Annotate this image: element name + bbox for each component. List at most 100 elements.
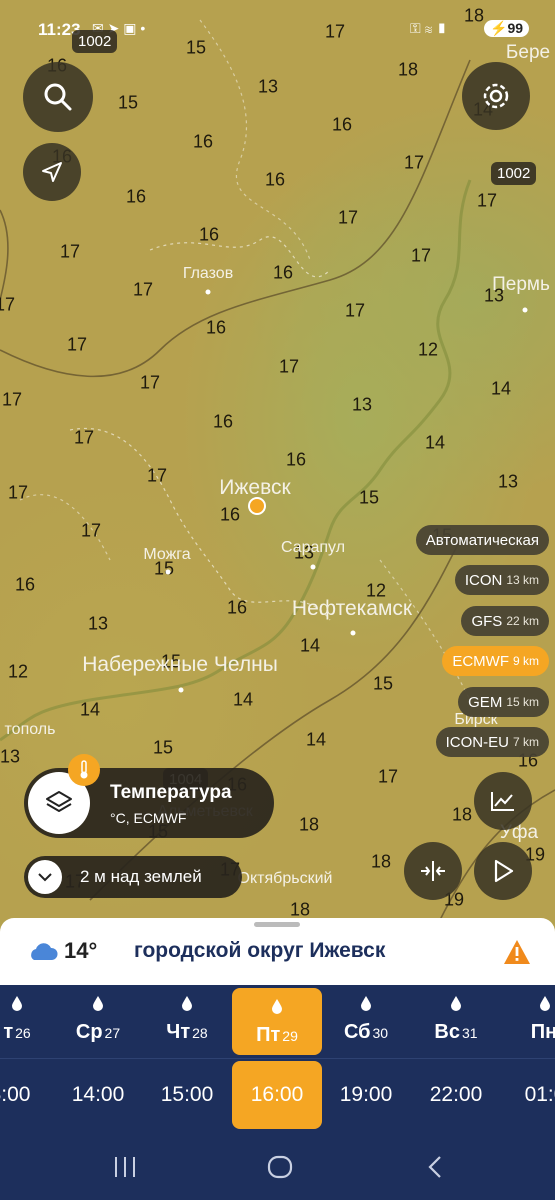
- day-tab[interactable]: Сб 30: [321, 985, 411, 1058]
- location-name: городской округ Ижевск: [134, 939, 386, 962]
- warning-icon[interactable]: [502, 938, 532, 966]
- line-chart-icon: [491, 792, 514, 811]
- model-resolution: 9 km: [512, 654, 539, 668]
- back-icon[interactable]: [426, 1154, 444, 1180]
- model-resolution: 15 km: [506, 695, 539, 709]
- temperature-label: 14: [305, 729, 327, 750]
- model-option-icon-eu[interactable]: ICON-EU 7 km: [435, 727, 549, 757]
- raindrop-icon: [93, 996, 103, 1011]
- sheet-handle[interactable]: [254, 922, 300, 927]
- hour-tab[interactable]: 19:00: [321, 1059, 411, 1131]
- height-selector[interactable]: 2 м над землей: [24, 856, 242, 898]
- raindrop-icon: [451, 996, 461, 1011]
- temperature-label: 13: [0, 746, 21, 767]
- model-option-auto[interactable]: Автоматическая: [415, 525, 549, 555]
- city-marker: [310, 564, 316, 570]
- day-label: Пн: [500, 1021, 555, 1044]
- temperature-label: 17: [344, 300, 366, 321]
- signal-icons: ⚿ ≋ ▮: [410, 20, 447, 36]
- city-label[interactable]: Октябрьский: [238, 870, 333, 888]
- temperature-label: 16: [198, 224, 220, 245]
- day-tab[interactable]: Пн: [500, 985, 555, 1058]
- recent-apps-icon[interactable]: [110, 1155, 140, 1179]
- settings-button[interactable]: [462, 62, 530, 130]
- model-option-gfs[interactable]: GFS 22 km: [461, 606, 549, 636]
- temperature-label: 13: [497, 471, 519, 492]
- day-name: т: [3, 1021, 14, 1043]
- location-bar[interactable]: 14° городской округ Ижевск: [0, 918, 555, 985]
- model-resolution: 13 km: [506, 573, 539, 587]
- my-location-button[interactable]: [23, 143, 81, 201]
- day-tab[interactable]: Ср 27: [53, 985, 143, 1058]
- model-option-icon[interactable]: ICON 13 km: [454, 565, 549, 595]
- day-tab[interactable]: Пт 29: [232, 988, 322, 1055]
- day-name: Ср: [75, 1021, 103, 1043]
- hour-tab[interactable]: 15:00: [142, 1059, 232, 1131]
- hour-tab[interactable]: 01:0: [500, 1059, 555, 1131]
- city-marker: [178, 687, 184, 693]
- cloud-icon: [31, 943, 58, 960]
- chart-button[interactable]: [474, 772, 532, 830]
- hour-tab[interactable]: 22:00: [411, 1059, 501, 1131]
- hour-tab[interactable]: 3:00: [0, 1059, 55, 1131]
- hour-selector[interactable]: 3:0014:0015:0016:0019:0022:0001:0: [0, 1058, 555, 1130]
- day-tab[interactable]: Чт 28: [142, 985, 232, 1058]
- temperature-label: 17: [80, 520, 102, 541]
- current-temperature: 14°: [64, 938, 98, 963]
- temperature-label: 16: [331, 114, 353, 135]
- model-name: Автоматическая: [425, 531, 539, 549]
- day-selector[interactable]: т 26 Ср 27 Чт 28 Пт 29 Сб 30 Вс 31 Пн: [0, 985, 555, 1058]
- temperature-label: 17: [377, 766, 399, 787]
- home-icon[interactable]: [267, 1154, 293, 1180]
- model-option-gem[interactable]: GEM 15 km: [458, 687, 549, 717]
- model-resolution: 22 km: [506, 614, 539, 628]
- city-label[interactable]: Сарапул: [281, 539, 345, 557]
- navigation-arrow-icon: [42, 162, 62, 182]
- layer-title: Температура: [110, 782, 232, 803]
- temperature-label: 13: [257, 76, 279, 97]
- pressure-right: 1002: [491, 162, 537, 185]
- temperature-label: 16: [212, 411, 234, 432]
- split-compare-icon: [421, 861, 445, 881]
- temperature-label: 17: [403, 152, 425, 173]
- height-label: 2 м над землей: [80, 867, 202, 886]
- search-icon: [44, 83, 72, 111]
- temperature-label: 16: [264, 169, 286, 190]
- search-button[interactable]: [23, 62, 93, 132]
- temperature-label: 14: [490, 378, 512, 399]
- temperature-label: 15: [117, 92, 139, 113]
- day-label: Вс 31: [411, 1021, 501, 1044]
- raindrop-icon: [272, 999, 282, 1014]
- model-name: GFS: [471, 612, 503, 630]
- play-button[interactable]: [474, 842, 532, 900]
- city-label[interactable]: Нефтекамск: [292, 597, 412, 621]
- height-dropdown-button[interactable]: [28, 860, 62, 894]
- city-label[interactable]: Набережные Челны: [82, 653, 278, 677]
- day-tab[interactable]: Вс 31: [411, 985, 501, 1058]
- city-marker: [165, 569, 171, 575]
- temperature-label: 16: [219, 504, 241, 525]
- city-label[interactable]: Глазов: [183, 265, 233, 283]
- day-number: 30: [372, 1025, 389, 1041]
- hour-tab[interactable]: 14:00: [53, 1059, 143, 1131]
- city-label[interactable]: Можга: [143, 546, 190, 564]
- layer-selector[interactable]: Температура °C, ECMWF: [24, 754, 274, 838]
- city-label[interactable]: Пермь: [492, 274, 550, 296]
- raindrop-icon: [540, 996, 550, 1011]
- model-option-ecmwf[interactable]: ECMWF 9 km: [442, 646, 549, 676]
- temperature-label: 18: [289, 899, 311, 920]
- temperature-label: 17: [59, 241, 81, 262]
- raindrop-icon: [12, 996, 22, 1011]
- gear-icon: [483, 83, 509, 109]
- temperature-label: 14: [424, 432, 446, 453]
- temperature-label: 17: [139, 372, 161, 393]
- current-location-marker: [248, 497, 266, 515]
- layer-subtitle: °C, ECMWF: [110, 810, 187, 826]
- temperature-label: 16: [272, 262, 294, 283]
- model-name: GEM: [468, 693, 503, 711]
- day-name: Пт: [256, 1024, 281, 1046]
- city-label[interactable]: тополь: [5, 721, 56, 739]
- compare-button[interactable]: [404, 842, 462, 900]
- hour-tab[interactable]: 16:00: [232, 1061, 322, 1129]
- temperature-label: 17: [476, 190, 498, 211]
